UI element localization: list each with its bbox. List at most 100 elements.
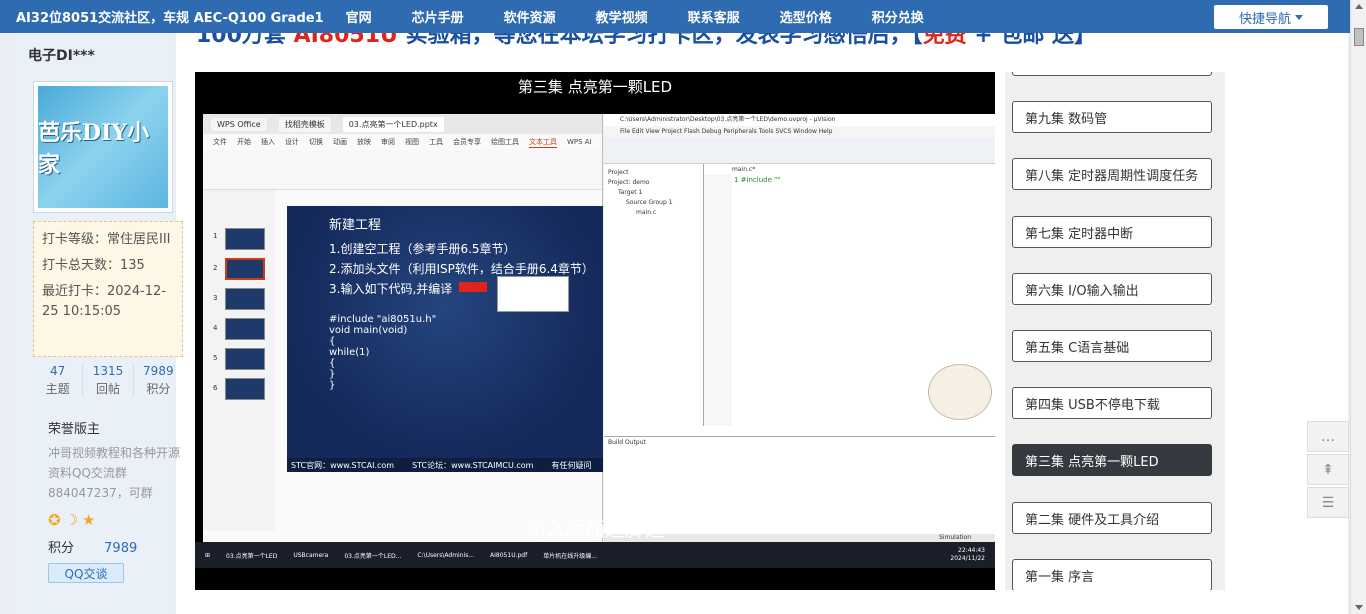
nav-link-videos[interactable]: 教学视频 bbox=[596, 7, 648, 26]
qq-chat-button[interactable]: QQ交谈 bbox=[48, 563, 124, 583]
menu-list-icon[interactable]: ☰ bbox=[1307, 487, 1349, 518]
video-player[interactable]: 第三集 点亮第一颗LED WPS Office 找稻壳模板 03.点亮第一个LE… bbox=[195, 72, 995, 590]
user-sidebar: 电子DI*** 芭乐DIY小家 打卡等级：常住居民III 打卡总天数：135 最… bbox=[14, 33, 183, 614]
stat-points[interactable]: 7989 积分 bbox=[134, 364, 183, 397]
slide-thumbnail bbox=[225, 348, 265, 370]
avatar-image: 芭乐DIY小家 bbox=[38, 86, 168, 208]
task-app: USBcamera bbox=[293, 551, 329, 559]
checkin-level: 打卡等级：常住居民III bbox=[42, 232, 171, 247]
nav-link-official[interactable]: 官网 bbox=[346, 7, 372, 26]
page-scrollbar[interactable] bbox=[1350, 0, 1366, 614]
stat-replies-num: 1315 bbox=[92, 364, 124, 378]
nav-link-points[interactable]: 积分兑换 bbox=[872, 7, 924, 26]
episode-button[interactable]: 第四集 USB不停电下载 bbox=[1012, 387, 1212, 419]
slide-thumbnail bbox=[225, 288, 265, 310]
thumb-num: 3 bbox=[213, 294, 218, 302]
wps-menu-transition: 切换 bbox=[309, 138, 323, 146]
slide-footer: STC官网：www.STCAI.com STC论坛：www.STCAIMCU.c… bbox=[287, 458, 603, 472]
site-title[interactable]: AI32位8051交流社区，车规 AEC-Q100 Grade1 bbox=[0, 7, 324, 26]
code-line: { bbox=[329, 336, 336, 347]
nav-link-datasheet[interactable]: 芯片手册 bbox=[412, 7, 464, 26]
qq-label: QQ交谈 bbox=[64, 566, 108, 581]
stat-points-num: 7989 bbox=[143, 364, 174, 378]
uv-project-root: Project: demo bbox=[608, 179, 650, 186]
thumb-num: 1 bbox=[213, 232, 218, 240]
back-to-top-icon[interactable]: ⇞ bbox=[1307, 454, 1349, 485]
uv-title: C:\Users\Administrator\Desktop\03.点亮第一个L… bbox=[604, 114, 995, 126]
comment-icon[interactable]: … bbox=[1307, 421, 1349, 452]
top-navbar: AI32位8051交流社区，车规 AEC-Q100 Grade1 官网 芯片手册… bbox=[0, 0, 1350, 33]
code-line: void main(void) bbox=[329, 325, 408, 336]
slide-thumbnail bbox=[225, 318, 265, 340]
episode-button[interactable]: 第五集 C语言基础 bbox=[1012, 330, 1212, 362]
scroll-down-icon[interactable] bbox=[1355, 605, 1363, 610]
stat-points-label: 积分 bbox=[146, 382, 171, 396]
wps-tab-office: WPS Office bbox=[211, 117, 267, 131]
user-signature: 冲哥视频教程和各种开源资料QQ交流群884047237，可群 bbox=[48, 446, 181, 500]
task-app: 03.点亮第一个LED bbox=[226, 552, 278, 560]
wps-menu: 文件 开始 插入 设计 切换 动画 放映 审阅 视图 工具 会员专享 绘图工具 … bbox=[203, 134, 602, 150]
stat-topics-label: 主题 bbox=[45, 382, 70, 396]
thumb-num: 5 bbox=[213, 354, 218, 362]
slide-thumbnail bbox=[225, 378, 265, 400]
video-subtitle: 那么后面边脚边 bbox=[525, 517, 665, 541]
nav-link-pricing[interactable]: 选型价格 bbox=[780, 7, 832, 26]
moon-badge-icon: ☽ bbox=[64, 511, 79, 529]
uv-project-panel: Project Project: demo Target 1 Source Gr… bbox=[604, 164, 704, 426]
code-line: #include "ai8051u.h" bbox=[329, 314, 437, 325]
wps-menu-design: 设计 bbox=[285, 138, 299, 146]
slide-canvas: 新建工程 1.创建空工程（参考手册6.5章节） 2.添加头文件（利用ISP软件，… bbox=[287, 206, 603, 458]
episode-button[interactable]: 第二集 硬件及工具介绍 bbox=[1012, 502, 1212, 534]
uv-project-header: Project bbox=[608, 169, 629, 176]
uv-gutter bbox=[704, 174, 732, 426]
uv-menu: File Edit View Project Flash Debug Perip… bbox=[604, 126, 995, 138]
uv-toolbar bbox=[604, 138, 995, 164]
cartoon-mascot-icon bbox=[928, 364, 992, 420]
nav-link-software[interactable]: 软件资源 bbox=[504, 7, 556, 26]
clock-date: 2024/11/22 bbox=[950, 555, 985, 562]
wps-window: WPS Office 找稻壳模板 03.点亮第一个LED.pptx 文件 开始 … bbox=[203, 114, 603, 554]
wps-menu-ai: WPS AI bbox=[567, 138, 592, 146]
user-badges: ✪ ☽ ★ bbox=[48, 511, 95, 529]
slide-bullet-3: 3.输入如下代码,并编译 bbox=[329, 282, 453, 296]
thumb-num: 2 bbox=[213, 264, 218, 272]
points-label: 积分 bbox=[48, 541, 75, 556]
wps-toolbar bbox=[203, 150, 602, 190]
nav-link-support[interactable]: 联系客服 bbox=[688, 7, 740, 26]
scroll-thumb[interactable] bbox=[1354, 28, 1364, 46]
floating-tools: … ⇞ ☰ bbox=[1307, 421, 1349, 520]
nav-links: 官网 芯片手册 软件资源 教学视频 联系客服 选型价格 积分兑换 bbox=[346, 7, 964, 26]
wps-tabs: WPS Office 找稻壳模板 03.点亮第一个LED.pptx bbox=[203, 114, 602, 134]
video-frame: WPS Office 找稻壳模板 03.点亮第一个LED.pptx 文件 开始 … bbox=[203, 114, 995, 554]
episode-button[interactable]: 第一集 序言 bbox=[1012, 559, 1212, 590]
wps-menu-draw: 绘图工具 bbox=[491, 138, 519, 146]
episode-list: 第九集 数码管 第八集 定时器周期性调度任务 第七集 定时器中断 第六集 I/O… bbox=[1005, 72, 1225, 590]
episode-button[interactable]: 第九集 数码管 bbox=[1012, 101, 1212, 133]
thumb-num: 6 bbox=[213, 384, 218, 392]
scroll-up-icon[interactable] bbox=[1355, 4, 1363, 9]
wps-menu-insert: 插入 bbox=[261, 138, 275, 146]
episode-button-active[interactable]: 第三集 点亮第一颗LED bbox=[1012, 444, 1212, 476]
quick-nav-button[interactable]: 快捷导航 bbox=[1214, 5, 1328, 29]
episode-button[interactable]: 第六集 I/O输入输出 bbox=[1012, 273, 1212, 305]
code-line: { bbox=[329, 358, 336, 369]
stat-topics[interactable]: 47 主题 bbox=[33, 364, 84, 397]
uvision-window: C:\Users\Administrator\Desktop\03.点亮第一个L… bbox=[604, 114, 995, 554]
slide-code: #include "ai8051u.h" void main(void) { w… bbox=[329, 314, 436, 391]
episode-button[interactable] bbox=[1012, 72, 1212, 76]
stat-replies[interactable]: 1315 回帖 bbox=[83, 364, 134, 397]
slide-thumbnail-active bbox=[225, 258, 265, 280]
episode-button[interactable]: 第八集 定时器周期性调度任务 bbox=[1012, 158, 1212, 190]
points-value: 7989 bbox=[104, 541, 138, 556]
task-app: C:\Users\Adminis... bbox=[417, 551, 475, 559]
slide-title: 新建工程 bbox=[329, 218, 382, 233]
username[interactable]: 电子DI*** bbox=[14, 33, 174, 65]
episode-button[interactable]: 第七集 定时器中断 bbox=[1012, 216, 1212, 248]
checkin-last: 最近打卡：2024-12-25 10:15:05 bbox=[42, 284, 167, 319]
points-row: 积分 7989 bbox=[48, 537, 137, 556]
uv-editor-tab: main.c* bbox=[732, 166, 756, 173]
footer-site: STC官网：www.STCAI.com bbox=[291, 460, 395, 470]
avatar[interactable]: 芭乐DIY小家 bbox=[33, 81, 173, 213]
wps-menu-text-tools: 文本工具 bbox=[529, 137, 557, 148]
uv-main-file: main.c bbox=[636, 209, 657, 216]
